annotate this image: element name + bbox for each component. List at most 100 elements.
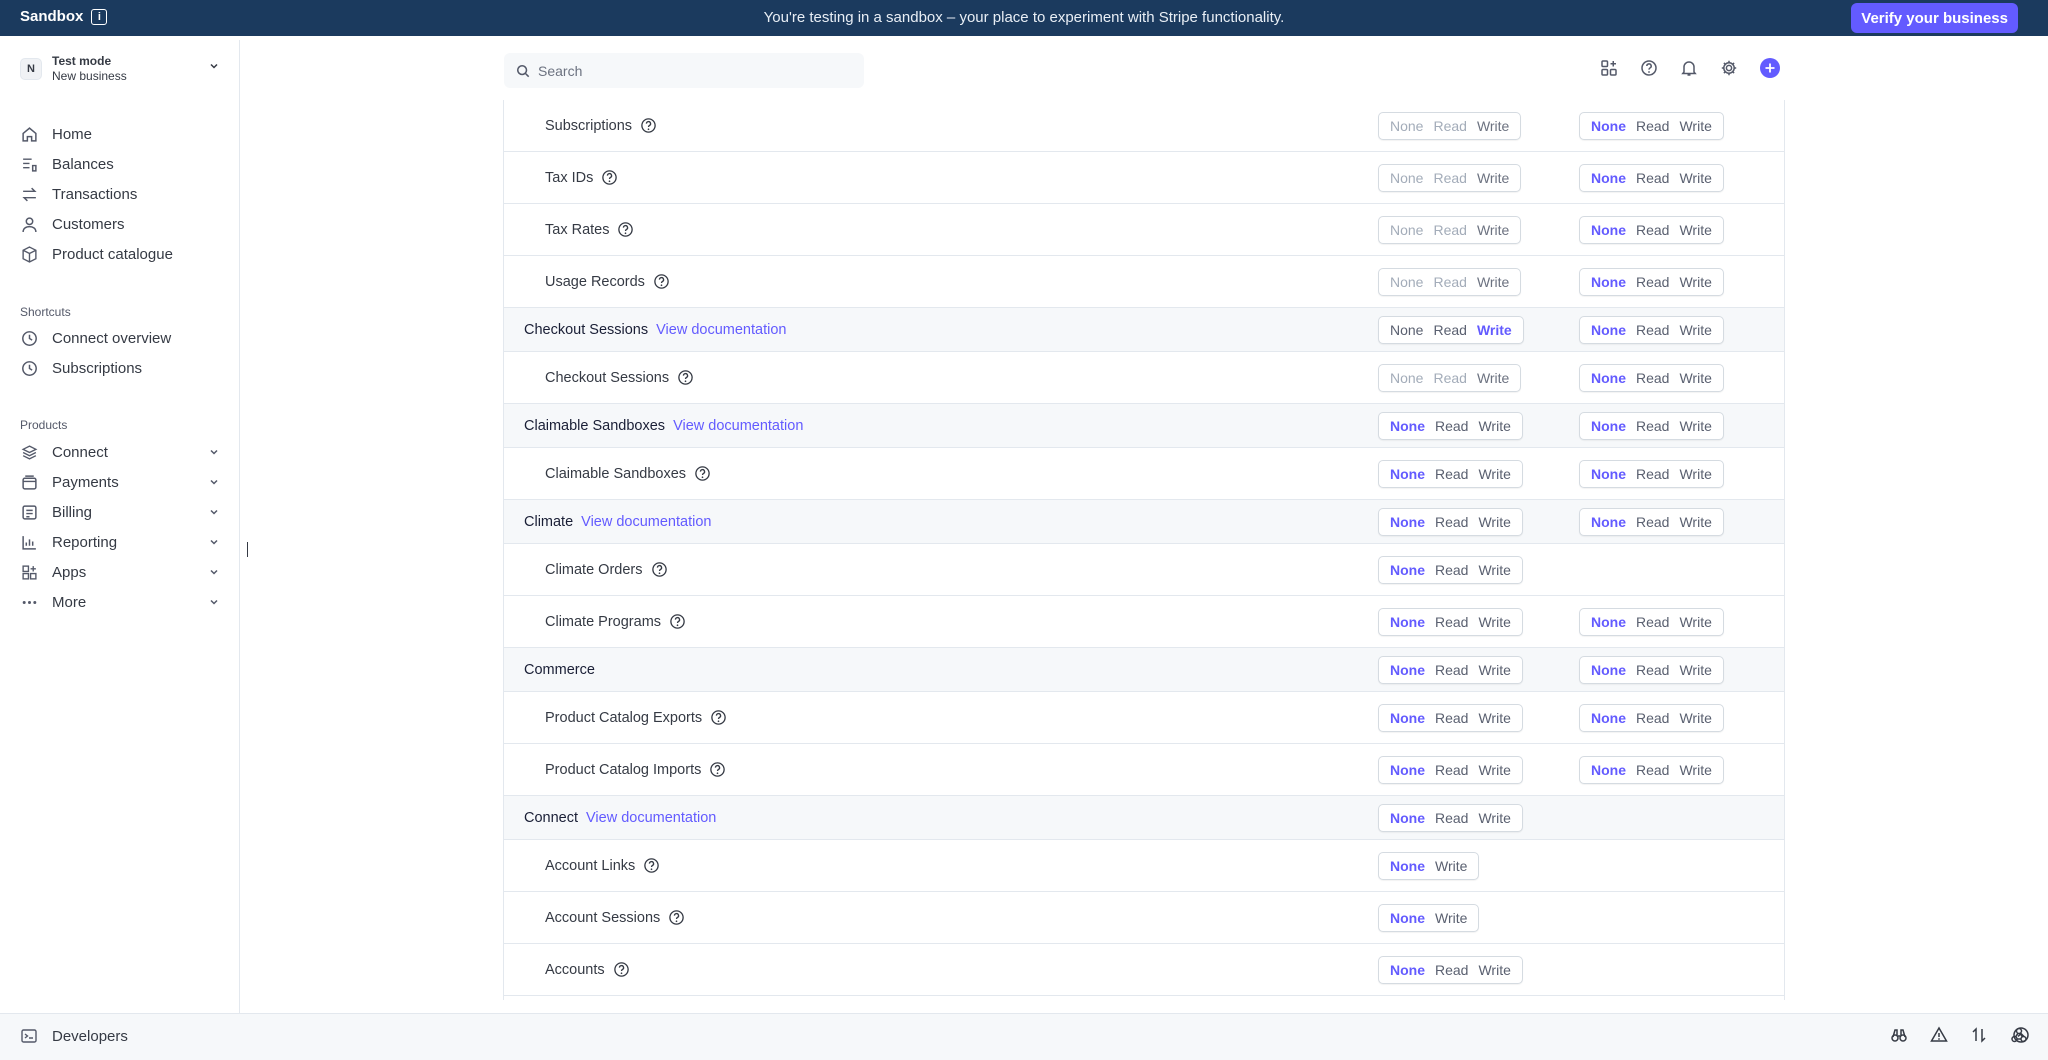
apps-grid-icon[interactable]: [1600, 59, 1618, 77]
permission-option-read[interactable]: Read: [1631, 222, 1674, 238]
collapse-panel-icon[interactable]: [2012, 1026, 2030, 1044]
permission-option-none[interactable]: None: [1586, 118, 1631, 134]
nav-item-home[interactable]: Home: [20, 119, 220, 149]
account-switcher[interactable]: N Test mode New business: [20, 52, 220, 86]
permission-selector-col2[interactable]: None Read Write: [1579, 459, 1724, 488]
shortcut-subscriptions[interactable]: Subscriptions: [20, 353, 220, 383]
nav-item-product-catalogue[interactable]: Product catalogue: [20, 239, 220, 269]
warning-icon[interactable]: [1930, 1026, 1948, 1044]
permission-selector-col2[interactable]: None Read Write: [1579, 607, 1724, 636]
help-icon[interactable]: [1640, 59, 1658, 77]
permission-option-write[interactable]: Write: [1430, 910, 1472, 926]
permission-option-write[interactable]: Write: [1674, 274, 1716, 290]
permission-selector-col2[interactable]: None Read Write: [1579, 655, 1724, 684]
notifications-bell-icon[interactable]: [1680, 59, 1698, 77]
permission-selector-col2[interactable]: None Read Write: [1579, 411, 1724, 440]
permission-selector-col2[interactable]: None Read Write: [1579, 755, 1724, 784]
help-circle-icon[interactable]: [710, 709, 727, 726]
permission-selector-col1[interactable]: None Read Write: [1378, 507, 1523, 536]
permission-option-none[interactable]: None: [1385, 514, 1430, 530]
shortcut-connect-overview[interactable]: Connect overview: [20, 323, 220, 353]
permission-selector-col1[interactable]: None Read Write: [1378, 363, 1522, 392]
permission-option-read[interactable]: Read: [1430, 614, 1473, 630]
permission-option-read[interactable]: Read: [1631, 710, 1674, 726]
help-circle-icon[interactable]: [617, 221, 634, 238]
permission-option-none[interactable]: None: [1385, 466, 1430, 482]
permission-option-write[interactable]: Write: [1674, 118, 1716, 134]
permission-option-write[interactable]: Write: [1473, 962, 1515, 978]
permission-option-read[interactable]: Read: [1631, 614, 1674, 630]
permission-option-none[interactable]: None: [1385, 118, 1428, 134]
permission-selector-col1[interactable]: None Read Write: [1378, 803, 1523, 832]
permission-option-write[interactable]: Write: [1674, 466, 1716, 482]
permission-option-read[interactable]: Read: [1631, 322, 1674, 338]
permission-option-write[interactable]: Write: [1674, 170, 1716, 186]
permission-option-read[interactable]: Read: [1428, 274, 1471, 290]
permission-selector-col2[interactable]: None Read Write: [1579, 703, 1724, 732]
permission-option-write[interactable]: Write: [1674, 370, 1716, 386]
view-documentation-link[interactable]: View documentation: [673, 418, 803, 434]
permission-selector-col2[interactable]: None Read Write: [1579, 111, 1724, 140]
help-circle-icon[interactable]: [694, 465, 711, 482]
permission-option-none[interactable]: None: [1385, 322, 1428, 338]
nav-item-payments[interactable]: Payments: [20, 467, 220, 497]
permission-option-read[interactable]: Read: [1631, 118, 1674, 134]
permission-selector-col1[interactable]: None Read Write: [1378, 315, 1524, 344]
permission-option-write[interactable]: Write: [1473, 562, 1515, 578]
permission-option-none[interactable]: None: [1385, 910, 1430, 926]
view-documentation-link[interactable]: View documentation: [656, 322, 786, 338]
nav-item-customers[interactable]: Customers: [20, 209, 220, 239]
permission-option-read[interactable]: Read: [1430, 418, 1473, 434]
permission-option-none[interactable]: None: [1586, 762, 1631, 778]
help-circle-icon[interactable]: [601, 169, 618, 186]
help-circle-icon[interactable]: [668, 909, 685, 926]
permission-selector-col2[interactable]: None Read Write: [1579, 215, 1724, 244]
permission-option-none[interactable]: None: [1586, 662, 1631, 678]
permission-option-none[interactable]: None: [1385, 170, 1428, 186]
help-circle-icon[interactable]: [651, 561, 668, 578]
permission-selector-col1[interactable]: None Read Write: [1378, 955, 1523, 984]
nav-item-connect[interactable]: Connect: [20, 437, 220, 467]
permission-option-write[interactable]: Write: [1472, 274, 1514, 290]
permission-selector-col1[interactable]: None Read Write: [1378, 607, 1523, 636]
nav-item-reporting[interactable]: Reporting: [20, 527, 220, 557]
help-circle-icon[interactable]: [640, 117, 657, 134]
permission-option-read[interactable]: Read: [1631, 418, 1674, 434]
permission-option-read[interactable]: Read: [1631, 662, 1674, 678]
permission-selector-col2[interactable]: None Read Write: [1579, 507, 1724, 536]
permission-option-read[interactable]: Read: [1428, 118, 1471, 134]
permission-option-write[interactable]: Write: [1674, 710, 1716, 726]
permission-option-write[interactable]: Write: [1674, 222, 1716, 238]
permission-option-none[interactable]: None: [1385, 274, 1428, 290]
permission-option-read[interactable]: Read: [1631, 762, 1674, 778]
permission-option-write[interactable]: Write: [1473, 466, 1515, 482]
permission-selector-col1[interactable]: None Read Write: [1378, 703, 1523, 732]
create-plus-icon[interactable]: [1760, 58, 1780, 78]
permission-option-write[interactable]: Write: [1473, 662, 1515, 678]
view-documentation-link[interactable]: View documentation: [581, 514, 711, 530]
permission-selector-col2[interactable]: None Read Write: [1579, 163, 1724, 192]
search-input[interactable]: [538, 62, 838, 79]
permission-option-read[interactable]: Read: [1428, 370, 1471, 386]
permission-option-read[interactable]: Read: [1430, 662, 1473, 678]
binoculars-icon[interactable]: [1890, 1026, 1908, 1044]
permission-option-write[interactable]: Write: [1674, 322, 1716, 338]
permission-option-none[interactable]: None: [1586, 466, 1631, 482]
nav-item-transactions[interactable]: Transactions: [20, 179, 220, 209]
nav-item-more[interactable]: More: [20, 587, 220, 617]
search-bar[interactable]: [504, 53, 864, 88]
permission-selector-col1[interactable]: None Write: [1378, 903, 1480, 932]
permission-selector-col2[interactable]: None Read Write: [1579, 267, 1724, 296]
permission-option-write[interactable]: Write: [1674, 614, 1716, 630]
permission-option-write[interactable]: Write: [1473, 710, 1515, 726]
help-circle-icon[interactable]: [613, 961, 630, 978]
permission-option-write[interactable]: Write: [1472, 222, 1514, 238]
permission-option-read[interactable]: Read: [1631, 170, 1674, 186]
help-circle-icon[interactable]: [669, 613, 686, 630]
permission-option-none[interactable]: None: [1385, 662, 1430, 678]
permission-option-none[interactable]: None: [1385, 710, 1430, 726]
permission-option-write[interactable]: Write: [1674, 762, 1716, 778]
permission-selector-col1[interactable]: None Read Write: [1378, 655, 1523, 684]
permission-option-none[interactable]: None: [1385, 562, 1430, 578]
permission-option-none[interactable]: None: [1385, 858, 1430, 874]
